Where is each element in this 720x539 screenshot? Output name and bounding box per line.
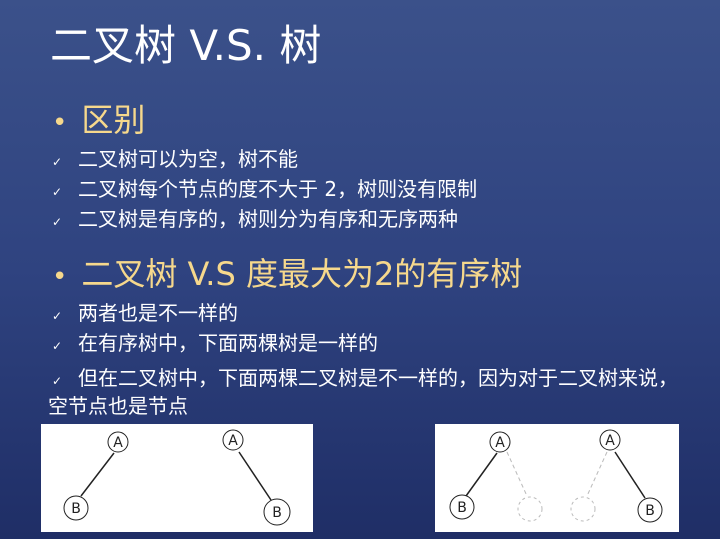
list-item: ✓ 二叉树是有序的，树则分为有序和无序两种 — [52, 206, 458, 235]
empty-edge — [506, 451, 528, 497]
binary-trees-diagram: A B A B — [435, 424, 679, 532]
list-item: ✓ 在有序树中，下面两棵树是一样的 — [52, 330, 378, 359]
slide-title: 二叉树 V.S. 树 — [50, 21, 322, 70]
ordered-trees-diagram: A B A B — [41, 424, 313, 532]
node-label: A — [605, 433, 615, 449]
checkmark-icon: ✓ — [52, 374, 63, 388]
node-label: B — [71, 501, 81, 517]
node-label: B — [457, 500, 467, 516]
checkmark-icon: ✓ — [52, 155, 63, 169]
empty-node — [517, 496, 543, 522]
edge — [80, 452, 115, 497]
edge — [614, 451, 646, 499]
item-text: 在有序树中，下面两棵树是一样的 — [78, 331, 378, 355]
item-text: 但在二叉树中，下面两棵二叉树是不一样的，因为对于二叉树来说，空节点也是节点 — [48, 366, 678, 418]
bullet-icon: • — [52, 108, 68, 138]
edge — [238, 451, 272, 501]
node-label: B — [272, 505, 282, 521]
list-item: ✓ 但在二叉树中，下面两棵二叉树是不一样的，因为对于二叉树来说，空节点也是节点 — [48, 366, 688, 419]
list-item: ✓ 两者也是不一样的 — [52, 300, 238, 329]
checkmark-icon: ✓ — [52, 215, 63, 229]
item-text: 两者也是不一样的 — [78, 301, 238, 325]
node-label: B — [645, 503, 655, 519]
edge — [465, 452, 498, 497]
item-text: 二叉树每个节点的度不大于 2，树则没有限制 — [78, 177, 478, 201]
checkmark-icon: ✓ — [52, 339, 63, 353]
heading-text: 区别 — [81, 101, 146, 139]
section-heading-differences: • 区别 — [52, 100, 145, 143]
item-text: 二叉树可以为空，树不能 — [78, 147, 298, 171]
node-label: A — [228, 433, 238, 449]
list-item: ✓ 二叉树每个节点的度不大于 2，树则没有限制 — [52, 176, 477, 205]
list-item: ✓ 二叉树可以为空，树不能 — [52, 146, 298, 175]
section-heading-comparison: • 二叉树 V.S 度最大为2的有序树 — [52, 254, 522, 297]
empty-node — [570, 496, 596, 522]
bullet-icon: • — [52, 262, 68, 292]
heading-text: 二叉树 V.S 度最大为2的有序树 — [81, 255, 523, 293]
checkmark-icon: ✓ — [52, 185, 63, 199]
node-label: A — [495, 435, 505, 451]
item-text: 二叉树是有序的，树则分为有序和无序两种 — [78, 207, 458, 231]
checkmark-icon: ✓ — [52, 309, 63, 323]
empty-edge — [586, 451, 608, 497]
node-label: A — [113, 435, 123, 451]
